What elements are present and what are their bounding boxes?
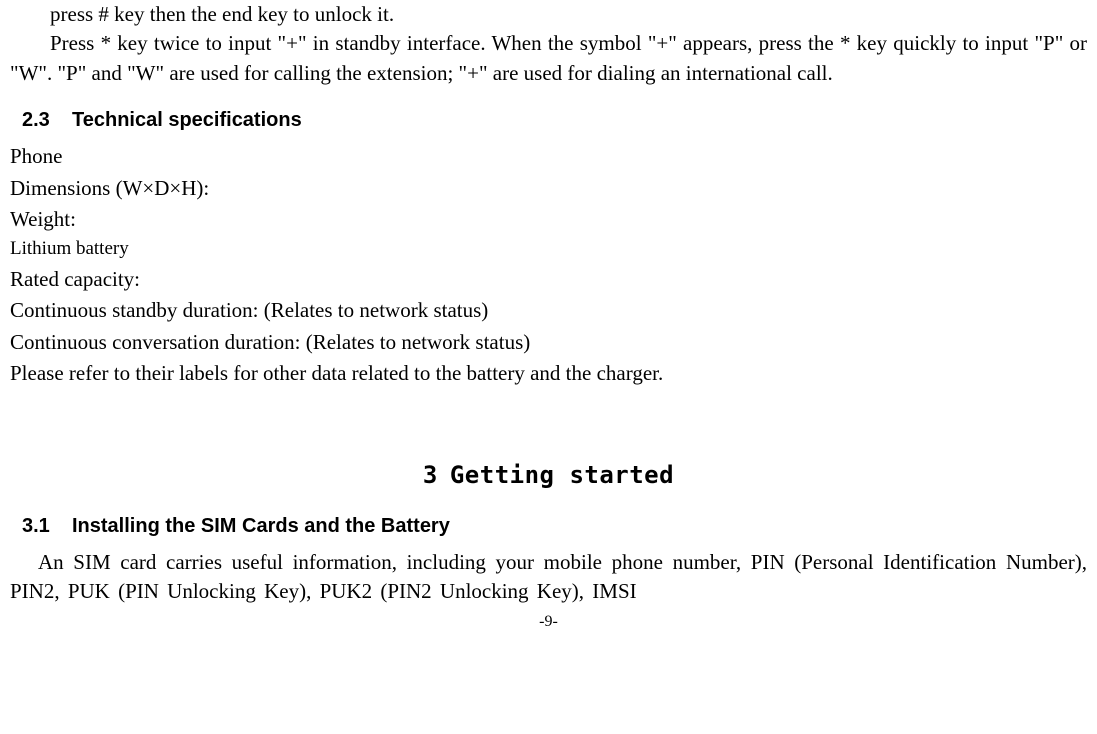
section-3-1-title: Installing the SIM Cards and the Battery — [72, 515, 450, 537]
section-2-3-number: 2.3 — [22, 106, 72, 134]
chapter-3-heading: 3 Getting started — [10, 459, 1087, 493]
spec-capacity: Rated capacity: — [10, 265, 1087, 294]
page-number: -9- — [10, 611, 1087, 633]
star-key-instruction: Press * key twice to input "+" in standb… — [10, 29, 1087, 88]
section-2-3-heading: 2.3Technical specifications — [22, 106, 1087, 134]
star-key-text: Press * key twice to input "+" in standb… — [10, 31, 1087, 84]
unlock-instruction: press # key then the end key to unlock i… — [10, 0, 1087, 29]
sim-card-paragraph: An SIM card carries useful information, … — [10, 548, 1087, 607]
chapter-3-title: Getting started — [450, 461, 674, 489]
section-3-1-heading: 3.1Installing the SIM Cards and the Batt… — [22, 512, 1087, 540]
spec-talk: Continuous conversation duration: (Relat… — [10, 328, 1087, 357]
spec-weight: Weight: — [10, 205, 1087, 234]
section-2-3-title: Technical specifications — [72, 109, 302, 131]
spec-standby: Continuous standby duration: (Relates to… — [10, 296, 1087, 325]
spec-battery-label: Lithium battery — [10, 236, 1087, 263]
chapter-3-number: 3 — [423, 461, 438, 489]
spec-dimensions: Dimensions (W×D×H): — [10, 174, 1087, 203]
spec-phone-label: Phone — [10, 142, 1087, 171]
section-3-1-number: 3.1 — [22, 512, 72, 540]
spec-refer: Please refer to their labels for other d… — [10, 359, 1087, 388]
